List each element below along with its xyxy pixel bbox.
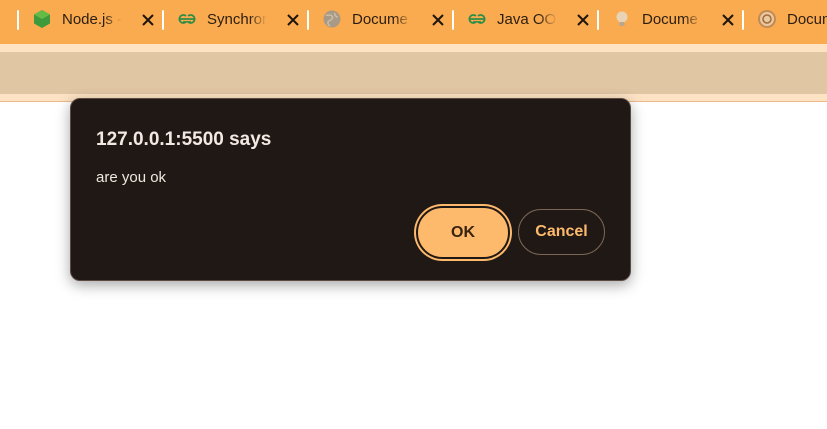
tab-title: Node.js -: [62, 11, 122, 28]
geeksforgeeks-icon: [177, 9, 197, 29]
tab-separator: [597, 10, 599, 30]
tab-bar: Node.js - Synchron Docume Java OO Docume…: [0, 0, 827, 44]
cancel-button[interactable]: Cancel: [518, 209, 605, 255]
tab-synchron[interactable]: Synchron: [177, 6, 307, 34]
geeksforgeeks-icon: [467, 9, 487, 29]
alert-dialog: 127.0.0.1:5500 says are you ok OK Cancel: [70, 98, 631, 281]
tab-strip: Node.js - Synchron Docume Java OO Docume…: [0, 0, 827, 44]
dialog-title: 127.0.0.1:5500 says: [96, 129, 272, 150]
tab-separator: [307, 10, 309, 30]
tab-title: Docume: [642, 11, 698, 28]
close-icon[interactable]: [138, 10, 158, 30]
tab-separator: [17, 10, 19, 30]
tab-document-3[interactable]: Docum: [757, 6, 827, 34]
ok-button[interactable]: OK: [416, 206, 510, 259]
tab-separator: [742, 10, 744, 30]
close-icon[interactable]: [428, 10, 448, 30]
close-icon[interactable]: [283, 10, 303, 30]
tab-title: Java OO: [497, 11, 557, 28]
tab-document-1[interactable]: Docume: [322, 6, 452, 34]
tab-title: Docum: [787, 11, 827, 28]
close-icon[interactable]: [573, 10, 593, 30]
close-icon[interactable]: [718, 10, 738, 30]
tab-java-oop[interactable]: Java OO: [467, 6, 597, 34]
globe-icon: [322, 9, 342, 29]
dialog-message: are you ok: [96, 169, 167, 186]
tab-title: Synchron: [207, 11, 267, 28]
nodejs-icon: [32, 9, 52, 29]
spinner-icon: [757, 9, 777, 29]
tab-nodejs[interactable]: Node.js -: [32, 6, 162, 34]
tab-separator: [452, 10, 454, 30]
bulb-icon: [612, 9, 632, 29]
tab-separator: [162, 10, 164, 30]
tab-title: Docume: [352, 11, 408, 28]
address-bar-area: [0, 52, 827, 94]
tab-document-2[interactable]: Docume: [612, 6, 742, 34]
toolbar: [0, 44, 827, 102]
